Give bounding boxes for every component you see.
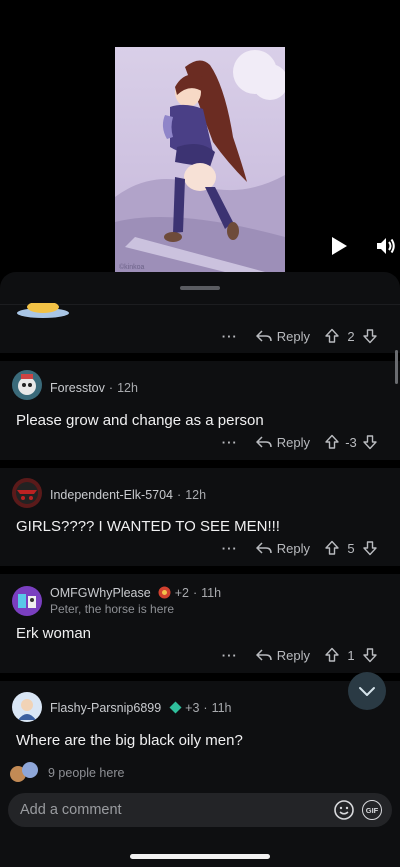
- comment-actions: ··· Reply 1: [216, 645, 378, 665]
- reply-label: Reply: [276, 647, 310, 663]
- video-player[interactable]: ©kinkoa: [0, 0, 400, 272]
- comment-composer[interactable]: Add a comment GIF: [8, 793, 392, 827]
- comment-separator: [0, 353, 400, 361]
- downvote-icon[interactable]: [362, 434, 378, 450]
- emoji-icon[interactable]: [333, 799, 355, 821]
- reply-label: Reply: [276, 434, 310, 450]
- comment-text: Where are the big black oily men?: [16, 732, 243, 749]
- comment-actions: ··· Reply -3: [216, 432, 378, 452]
- comment-separator: [0, 566, 400, 574]
- vote-controls: 1: [324, 647, 378, 663]
- vote-controls: -3: [324, 434, 378, 450]
- comment-separator: [0, 460, 400, 468]
- comment-actions: ··· Reply 5: [216, 538, 378, 558]
- more-options-button[interactable]: ···: [216, 435, 244, 450]
- timestamp: 11h: [201, 586, 222, 600]
- vote-score: -3: [345, 434, 357, 450]
- volume-icon[interactable]: [373, 234, 397, 258]
- comment-actions: ··· Reply 2: [216, 326, 378, 346]
- more-options-button[interactable]: ···: [216, 648, 244, 663]
- reply-icon: [255, 649, 272, 661]
- upvote-icon[interactable]: [324, 647, 340, 663]
- vote-score: 5: [347, 540, 355, 556]
- upvote-icon[interactable]: [324, 540, 340, 556]
- avatar[interactable]: [12, 370, 42, 400]
- downvote-icon[interactable]: [362, 328, 378, 344]
- username[interactable]: Flashy-Parsnip6899: [50, 701, 161, 715]
- timestamp: 12h: [117, 381, 138, 395]
- comment-meta: Independent-Elk-5704 · 12h: [50, 488, 207, 502]
- award-count: +2: [174, 586, 189, 600]
- vote-controls: 5: [324, 540, 378, 556]
- more-options-button[interactable]: ···: [216, 541, 244, 556]
- username[interactable]: OMFGWhyPlease: [50, 586, 151, 600]
- scrollbar[interactable]: [395, 350, 398, 384]
- reply-button[interactable]: Reply: [255, 328, 310, 344]
- username[interactable]: Independent-Elk-5704: [50, 488, 173, 502]
- vote-score: 1: [347, 647, 355, 663]
- downvote-icon[interactable]: [362, 540, 378, 556]
- comment-text: Please grow and change as a person: [16, 412, 264, 429]
- comment-meta: Foresstov · 12h: [50, 381, 138, 395]
- timestamp: 12h: [185, 488, 207, 502]
- award-icon: [158, 586, 171, 599]
- comment-meta: Flashy-Parsnip6899 +3 · 11h: [50, 701, 232, 715]
- reply-button[interactable]: Reply: [255, 434, 310, 450]
- chevron-down-icon: [359, 687, 375, 696]
- comment-meta: OMFGWhyPlease +2 · 11h: [50, 586, 222, 600]
- reply-icon: [255, 330, 272, 342]
- more-options-button[interactable]: ···: [216, 329, 244, 344]
- artist-signature: ©kinkoa: [119, 263, 144, 271]
- scroll-down-button[interactable]: [348, 672, 386, 710]
- vote-controls: 2: [324, 328, 378, 344]
- reply-icon: [255, 436, 272, 448]
- reply-button[interactable]: Reply: [255, 647, 310, 663]
- avatar[interactable]: [12, 478, 42, 508]
- comment-text: Erk woman: [16, 625, 92, 642]
- upvote-icon[interactable]: [324, 434, 340, 450]
- award-icon: [169, 701, 182, 714]
- timestamp: 11h: [211, 701, 232, 715]
- reply-icon: [255, 542, 272, 554]
- avatar[interactable]: [12, 692, 42, 722]
- partial-emoji-icon: [17, 303, 69, 318]
- comment-input-placeholder[interactable]: Add a comment: [20, 802, 122, 818]
- home-indicator[interactable]: [130, 854, 270, 859]
- username[interactable]: Foresstov: [50, 381, 105, 395]
- avatar[interactable]: [12, 586, 42, 616]
- reply-label: Reply: [276, 328, 310, 344]
- comment-text: GIRLS???? I WANTED TO SEE MEN!!!: [16, 518, 280, 535]
- vote-score: 2: [347, 328, 355, 344]
- sheet-drag-handle[interactable]: [180, 286, 220, 290]
- award-count: +3: [185, 701, 200, 715]
- reply-label: Reply: [276, 540, 310, 556]
- presence-avatars: [10, 762, 44, 784]
- play-icon[interactable]: [326, 234, 350, 258]
- user-flair: Peter, the horse is here: [50, 602, 175, 616]
- presence-indicator: 9 people here: [10, 760, 124, 786]
- post-artwork: ©kinkoa: [115, 47, 285, 272]
- downvote-icon[interactable]: [362, 647, 378, 663]
- presence-text: 9 people here: [48, 766, 125, 780]
- comment-separator: [0, 673, 400, 681]
- upvote-icon[interactable]: [324, 328, 340, 344]
- gif-button[interactable]: GIF: [362, 800, 382, 820]
- reply-button[interactable]: Reply: [255, 540, 310, 556]
